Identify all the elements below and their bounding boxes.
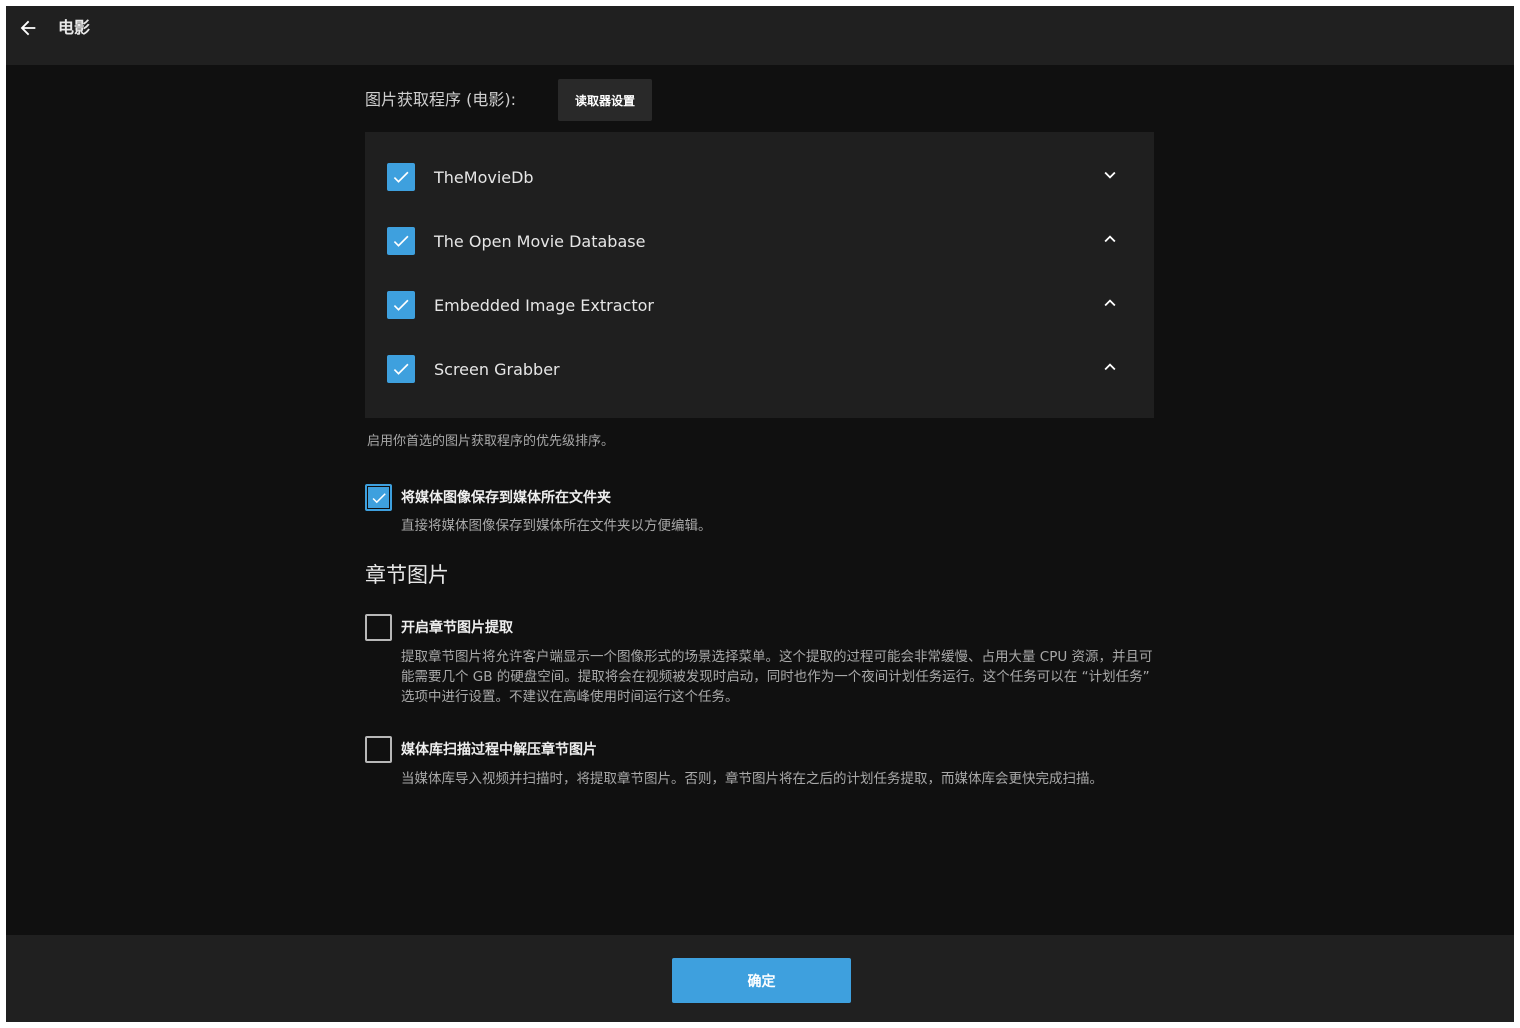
chapter-during-scan-checkbox[interactable] bbox=[365, 736, 392, 763]
checkmark-icon bbox=[393, 363, 409, 375]
chapter-extract-label[interactable]: 开启章节图片提取 bbox=[401, 618, 513, 638]
app-header: 电影 bbox=[6, 6, 1514, 65]
move-up-button[interactable] bbox=[1098, 291, 1122, 315]
fetcher-checkbox-embedded-image-extractor[interactable] bbox=[387, 291, 415, 319]
checkmark-icon bbox=[372, 492, 386, 503]
fetcher-checkbox-screen-grabber[interactable] bbox=[387, 355, 415, 383]
chevron-up-icon bbox=[1104, 235, 1116, 243]
list-item: TheMovieDb bbox=[365, 148, 1154, 212]
move-down-button[interactable] bbox=[1098, 163, 1122, 187]
save-local-description: 直接将媒体图像保存到媒体所在文件夹以方便编辑。 bbox=[401, 518, 712, 534]
chapter-extract-description: 提取章节图片将允许客户端显示一个图像形式的场景选择菜单。这个提取的过程可能会非常… bbox=[401, 649, 1153, 705]
chapter-extract-checkbox[interactable] bbox=[365, 614, 392, 641]
image-fetchers-label: 图片获取程序 (电影): bbox=[365, 90, 516, 109]
chapter-images-heading: 章节图片 bbox=[365, 563, 449, 587]
chevron-up-icon bbox=[1104, 363, 1116, 371]
page-title: 电影 bbox=[58, 18, 91, 37]
chapter-during-scan-description: 当媒体库导入视频并扫描时，将提取章节图片。否则，章节图片将在之后的计划任务提取，… bbox=[401, 771, 1103, 787]
image-fetchers-help: 启用你首选的图片获取程序的优先级排序。 bbox=[367, 434, 615, 449]
dialog-footer: 确定 bbox=[6, 935, 1514, 1022]
move-up-button[interactable] bbox=[1098, 227, 1122, 251]
fetcher-checkbox-themoviedb[interactable] bbox=[387, 163, 415, 191]
list-item: Screen Grabber bbox=[365, 340, 1154, 404]
save-local-label[interactable]: 将媒体图像保存到媒体所在文件夹 bbox=[401, 488, 611, 508]
checkmark-icon bbox=[393, 171, 409, 183]
save-local-checkbox[interactable] bbox=[365, 484, 392, 511]
image-fetchers-header: 图片获取程序 (电影): 读取器设置 bbox=[365, 79, 1154, 121]
fetcher-label: Screen Grabber bbox=[434, 360, 560, 379]
chevron-up-icon bbox=[1104, 299, 1116, 307]
fetcher-label: Embedded Image Extractor bbox=[434, 296, 654, 315]
checkmark-icon bbox=[393, 235, 409, 247]
arrow-left-icon bbox=[20, 20, 36, 36]
move-up-button[interactable] bbox=[1098, 355, 1122, 379]
back-button[interactable] bbox=[14, 14, 42, 42]
fetcher-checkbox-omdb[interactable] bbox=[387, 227, 415, 255]
image-fetcher-list: TheMovieDb The Open Movie Database Embed… bbox=[365, 132, 1154, 418]
list-item: The Open Movie Database bbox=[365, 212, 1154, 276]
chapter-during-scan-label[interactable]: 媒体库扫描过程中解压章节图片 bbox=[401, 740, 597, 760]
fetcher-label: TheMovieDb bbox=[434, 168, 534, 187]
fetcher-label: The Open Movie Database bbox=[434, 232, 646, 251]
ok-button[interactable]: 确定 bbox=[672, 958, 851, 1003]
checkmark-icon bbox=[393, 299, 409, 311]
reader-settings-button[interactable]: 读取器设置 bbox=[558, 79, 652, 121]
list-item: Embedded Image Extractor bbox=[365, 276, 1154, 340]
app-window: 电影 图片获取程序 (电影): 读取器设置 TheMovieDb The Ope… bbox=[6, 6, 1514, 1022]
chevron-down-icon bbox=[1104, 171, 1116, 179]
